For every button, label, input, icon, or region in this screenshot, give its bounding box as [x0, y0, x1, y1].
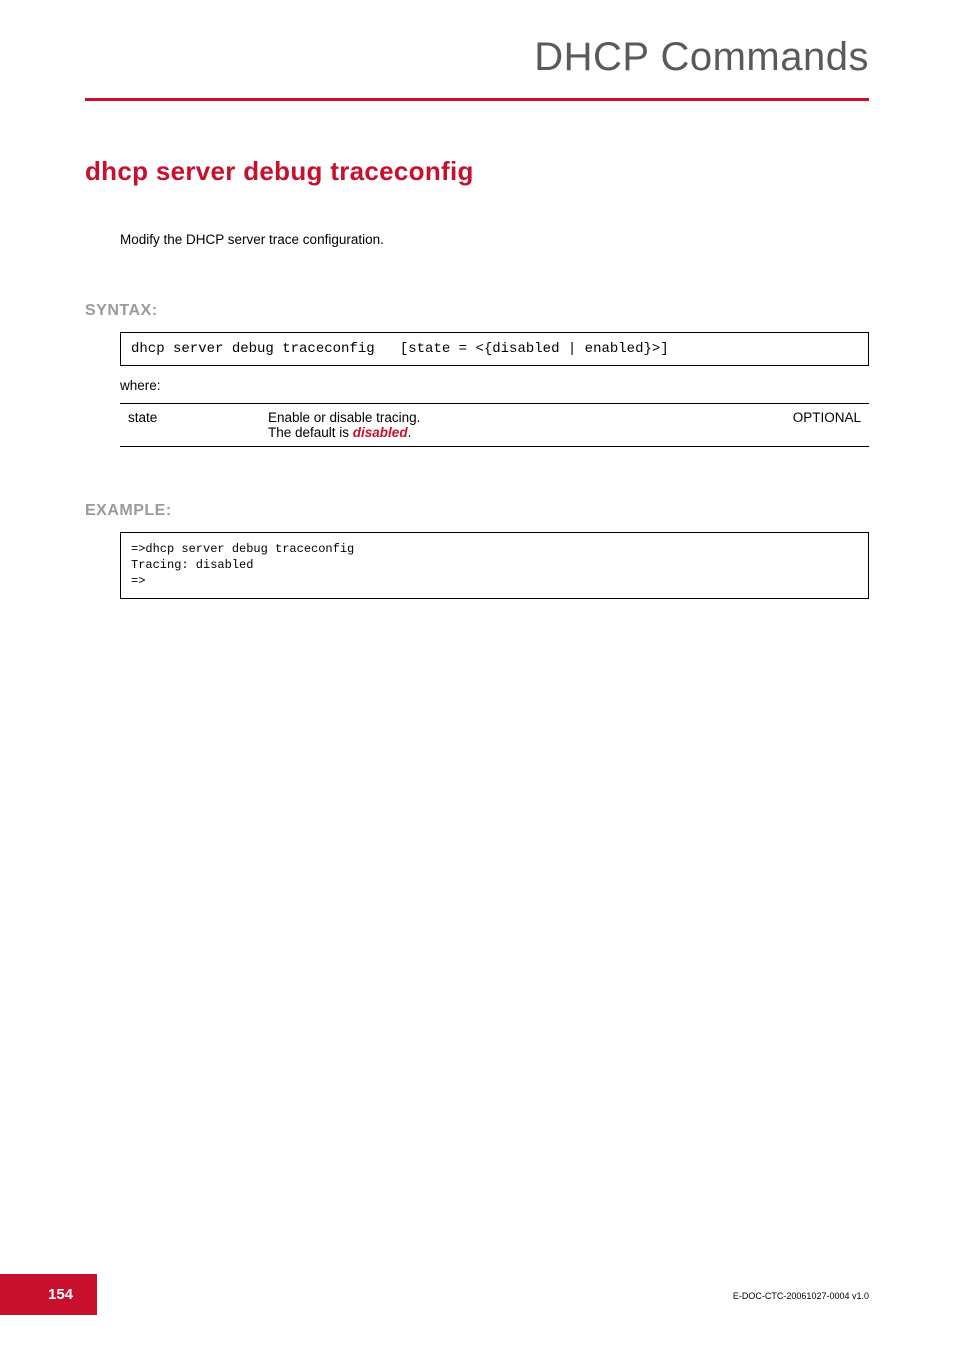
where-label: where: [120, 378, 869, 393]
param-desc-emph: disabled [353, 425, 408, 440]
page-number-badge: 154 [0, 1274, 97, 1315]
parameter-table: state Enable or disable tracing.The defa… [120, 403, 869, 447]
document-id: E-DOC-CTC-20061027-0004 v1.0 [733, 1291, 869, 1301]
example-code-block: =>dhcp server debug traceconfig Tracing:… [120, 532, 869, 599]
page-header-title: DHCP Commands [0, 0, 954, 98]
table-row: state Enable or disable tracing.The defa… [120, 404, 869, 447]
header-rule [85, 98, 869, 101]
content-area: dhcp server debug traceconfig Modify the… [0, 156, 954, 599]
section-description: Modify the DHCP server trace configurati… [120, 232, 869, 247]
syntax-label: SYNTAX: [85, 302, 869, 320]
param-description: Enable or disable tracing.The default is… [260, 404, 759, 447]
param-desc-suffix: . [408, 425, 412, 440]
example-label: EXAMPLE: [85, 502, 869, 520]
syntax-code-block: dhcp server debug traceconfig [state = <… [120, 332, 869, 366]
section-title: dhcp server debug traceconfig [85, 156, 869, 187]
param-required: OPTIONAL [759, 404, 869, 447]
param-name: state [120, 404, 260, 447]
